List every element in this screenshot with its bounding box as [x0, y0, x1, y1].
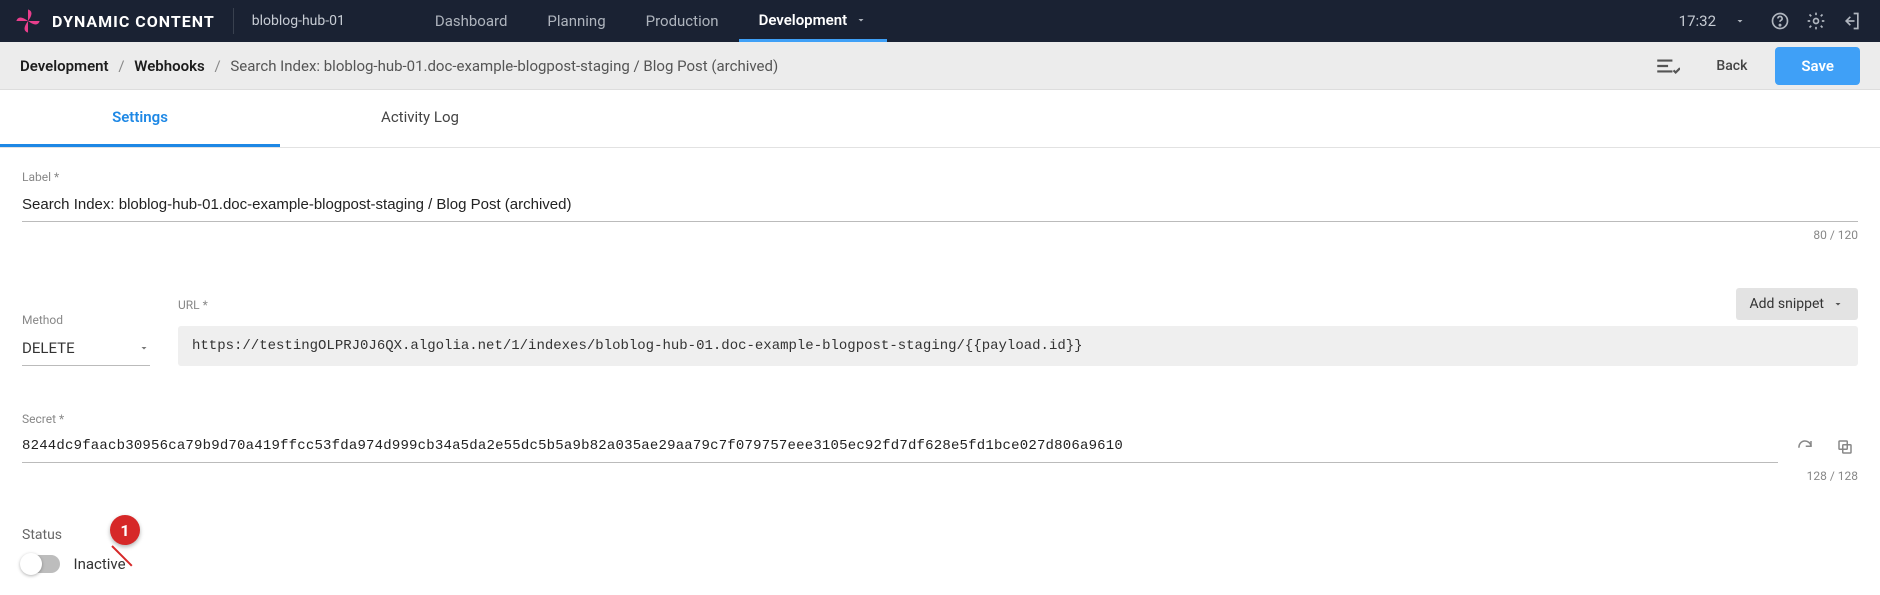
url-label: URL * [178, 298, 1736, 312]
logout-icon[interactable] [1842, 11, 1862, 31]
nav-dashboard[interactable]: Dashboard [415, 0, 528, 42]
secret-counter: 128 / 128 [22, 469, 1858, 483]
breadcrumb-root[interactable]: Development [20, 57, 109, 75]
chevron-down-icon [855, 14, 867, 26]
refresh-icon[interactable] [1792, 434, 1818, 460]
url-input[interactable]: https://testingOLPRJ0J6QX.algolia.net/1/… [178, 326, 1858, 366]
hub-name[interactable]: bloblog-hub-01 [252, 13, 345, 29]
method-select[interactable]: DELETE [22, 331, 150, 366]
secret-input[interactable] [22, 430, 1778, 463]
status-value: Inactive [73, 555, 125, 573]
nav-development-label: Development [759, 11, 848, 29]
gear-icon[interactable] [1806, 11, 1826, 31]
status-label: Status [22, 527, 1858, 543]
breadcrumb-current: Search Index: bloblog-hub-01.doc-example… [230, 57, 778, 75]
url-field: URL * Add snippet https://testingOLPRJ0J… [178, 288, 1858, 366]
main-nav: Dashboard Planning Production Developmen… [415, 0, 887, 42]
pinwheel-icon [14, 7, 42, 35]
top-bar: DYNAMIC CONTENT bloblog-hub-01 Dashboard… [0, 0, 1880, 42]
copy-icon[interactable] [1832, 434, 1858, 460]
tabs: Settings Activity Log [0, 90, 1880, 148]
chevron-down-icon [1734, 15, 1746, 27]
method-url-row: Method DELETE URL * Add snippet https://… [22, 288, 1858, 366]
nav-planning[interactable]: Planning [527, 0, 625, 42]
secret-label: Secret * [22, 412, 1858, 426]
divider [233, 8, 234, 34]
label-field-label: Label * [22, 170, 1858, 184]
secret-field: Secret * 128 / 128 [22, 412, 1858, 483]
save-button[interactable]: Save [1775, 47, 1860, 85]
sub-actions: Back Save [1654, 47, 1860, 85]
breadcrumb: Development / Webhooks / Search Index: b… [20, 57, 778, 75]
add-snippet-label: Add snippet [1750, 296, 1824, 312]
form: Label * 80 / 120 Method DELETE URL * Add… [0, 148, 1880, 595]
nav-production[interactable]: Production [626, 0, 739, 42]
clock-time: 17:32 [1679, 12, 1716, 30]
label-field: Label * 80 / 120 [22, 170, 1858, 242]
status-field: 1 Status Inactive [22, 527, 1858, 573]
chevron-down-icon [138, 342, 150, 354]
help-icon[interactable] [1770, 11, 1790, 31]
time-box[interactable]: 17:32 [1679, 12, 1746, 30]
tab-settings[interactable]: Settings [0, 90, 280, 147]
add-snippet-button[interactable]: Add snippet [1736, 288, 1858, 320]
method-label: Method [22, 313, 150, 327]
breadcrumb-bar: Development / Webhooks / Search Index: b… [0, 42, 1880, 90]
method-field: Method DELETE [22, 313, 150, 366]
annotation-marker-1: 1 [110, 515, 140, 545]
breadcrumb-section[interactable]: Webhooks [134, 57, 204, 75]
back-button[interactable]: Back [1702, 50, 1761, 82]
list-filter-icon[interactable] [1654, 55, 1680, 77]
method-value: DELETE [22, 339, 75, 357]
label-input[interactable] [22, 188, 1858, 222]
tab-activity-log[interactable]: Activity Log [280, 90, 560, 147]
status-toggle[interactable] [22, 555, 60, 573]
app-logo: DYNAMIC CONTENT [0, 7, 233, 35]
chevron-down-icon [1832, 298, 1844, 310]
top-icons [1760, 11, 1880, 31]
label-counter: 80 / 120 [22, 228, 1858, 242]
app-name: DYNAMIC CONTENT [52, 12, 215, 31]
nav-development[interactable]: Development [739, 0, 888, 42]
